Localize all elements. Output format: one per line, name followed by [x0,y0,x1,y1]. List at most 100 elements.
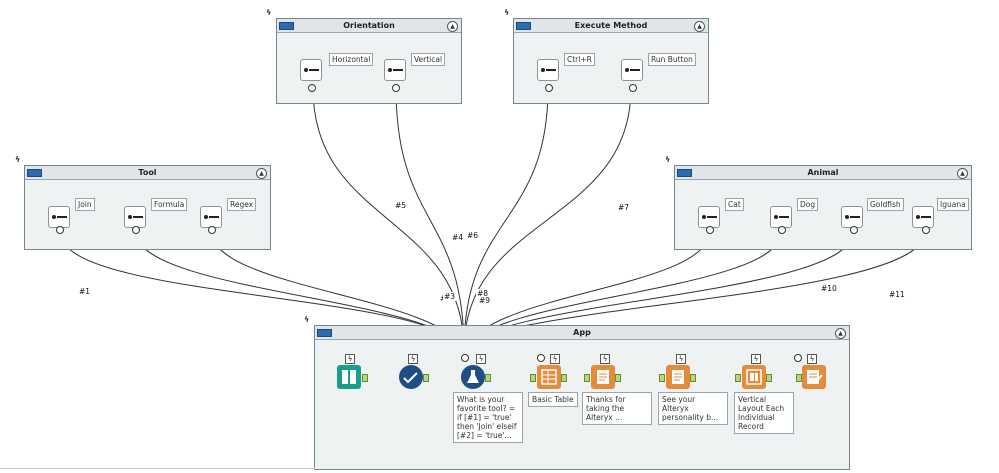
lightning-icon: ϟ [345,354,355,364]
option-label-dog: Dog [797,198,819,211]
input-anchor[interactable] [659,374,665,382]
collapse-icon[interactable]: ▲ [835,328,846,339]
input-data-tool[interactable] [337,365,361,389]
check-icon [403,372,418,384]
container-flag-icon: ϟ [504,8,510,17]
question-anchor-icon[interactable] [56,226,64,234]
wire-6 [463,87,549,351]
formula-tool-label: What is your favorite tool? = if [#1] = … [453,392,523,443]
container-header[interactable]: Execute Method ▲ [514,19,708,33]
question-anchor-icon[interactable] [850,226,858,234]
question-anchor-icon[interactable] [629,84,637,92]
option-label-regex: Regex [227,198,257,211]
radio-bar-icon [921,216,931,218]
report-text-tool[interactable] [591,365,615,389]
report-text-tool[interactable] [666,365,690,389]
execute-method-container[interactable]: Execute Method ▲ Ctrl+R Run Button [513,18,709,104]
collapse-icon[interactable]: ▲ [447,21,458,32]
input-anchor[interactable] [530,374,536,382]
radio-dot-icon [702,215,706,219]
radio-button-tool-cat[interactable] [698,206,720,228]
render-tool[interactable] [802,365,826,389]
output-anchor[interactable] [423,374,429,382]
input-anchor[interactable] [735,374,741,382]
radio-dot-icon [774,215,778,219]
output-anchor[interactable] [690,374,696,382]
layout-tool-label: Vertical Layout Each Individual Record [734,392,794,434]
question-anchor-icon[interactable] [922,226,930,234]
output-anchor[interactable] [766,374,772,382]
tool-container[interactable]: Tool ▲ Join Formula Regex [24,165,271,250]
lightning-icon: ϟ [600,354,610,364]
radio-bar-icon [133,216,143,218]
radio-dot-icon [541,68,545,72]
container-flag-icon: ϟ [266,8,272,17]
radio-bar-icon [309,69,319,71]
radio-button-tool-goldfish[interactable] [841,206,863,228]
option-label-formula: Formula [151,198,188,211]
radio-button-tool-regex[interactable] [200,206,222,228]
wire-label-4: #4 [451,233,465,242]
radio-button-tool-vertical[interactable] [384,59,406,81]
option-label-join: Join [75,198,95,211]
container-header[interactable]: Tool ▲ [25,166,270,180]
collapse-icon[interactable]: ▲ [957,168,968,179]
collapse-icon[interactable]: ▲ [256,168,267,179]
app-title: App [573,328,591,337]
layout-tool[interactable] [742,365,766,389]
question-anchor-icon[interactable] [794,354,802,362]
orientation-container[interactable]: Orientation ▲ Horizontal Vertical [276,18,462,104]
option-label-run-button: Run Button [648,53,696,66]
radio-bar-icon [393,69,403,71]
output-anchor[interactable] [615,374,621,382]
animal-container[interactable]: Animal ▲ Cat Dog Goldfish Iguana [674,165,972,250]
execute-method-title: Execute Method [574,21,648,30]
radio-button-tool-dog[interactable] [770,206,792,228]
radio-dot-icon [204,215,208,219]
radio-button-tool-horizontal[interactable] [300,59,322,81]
input-anchor[interactable] [584,374,590,382]
question-anchor-icon[interactable] [132,226,140,234]
report-text-icon [672,370,684,384]
lightning-icon: ϟ [807,354,817,364]
table-tool[interactable] [537,365,561,389]
radio-dot-icon [625,68,629,72]
container-flag-icon: ϟ [15,155,21,164]
container-header[interactable]: App ▲ [315,326,849,340]
radio-dot-icon [128,215,132,219]
question-anchor-icon[interactable] [537,354,545,362]
radio-dot-icon [845,215,849,219]
output-anchor[interactable] [561,374,567,382]
select-tool[interactable] [399,365,423,389]
lightning-icon: ϟ [476,354,486,364]
question-anchor-icon[interactable] [706,226,714,234]
orientation-title: Orientation [343,21,395,30]
input-anchor[interactable] [796,374,802,382]
formula-tool[interactable] [461,365,485,389]
wire-label-7: #7 [617,203,631,212]
radio-dot-icon [916,215,920,219]
question-anchor-icon[interactable] [545,84,553,92]
question-anchor-icon[interactable] [208,226,216,234]
radio-button-tool-ctrl-r[interactable] [537,59,559,81]
wire-4 [312,87,465,351]
question-anchor-icon[interactable] [308,84,316,92]
lightning-icon: ϟ [550,354,560,364]
output-anchor[interactable] [362,374,368,382]
wire-label-9: #9 [478,296,492,305]
container-header[interactable]: Animal ▲ [675,166,971,180]
collapse-icon[interactable]: ▲ [694,21,705,32]
app-container[interactable]: App ▲ ϟ ϟ ϟ What is your favorite tool? … [314,325,850,470]
radio-button-tool-run-button[interactable] [621,59,643,81]
container-header[interactable]: Orientation ▲ [277,19,461,33]
tool-title: Tool [138,168,157,177]
container-flag-icon: ϟ [304,315,310,324]
question-anchor-icon[interactable] [392,84,400,92]
radio-button-tool-join[interactable] [48,206,70,228]
output-anchor[interactable] [485,374,491,382]
question-anchor-icon[interactable] [461,354,469,362]
radio-button-tool-iguana[interactable] [912,206,934,228]
radio-dot-icon [388,68,392,72]
radio-button-tool-formula[interactable] [124,206,146,228]
question-anchor-icon[interactable] [778,226,786,234]
